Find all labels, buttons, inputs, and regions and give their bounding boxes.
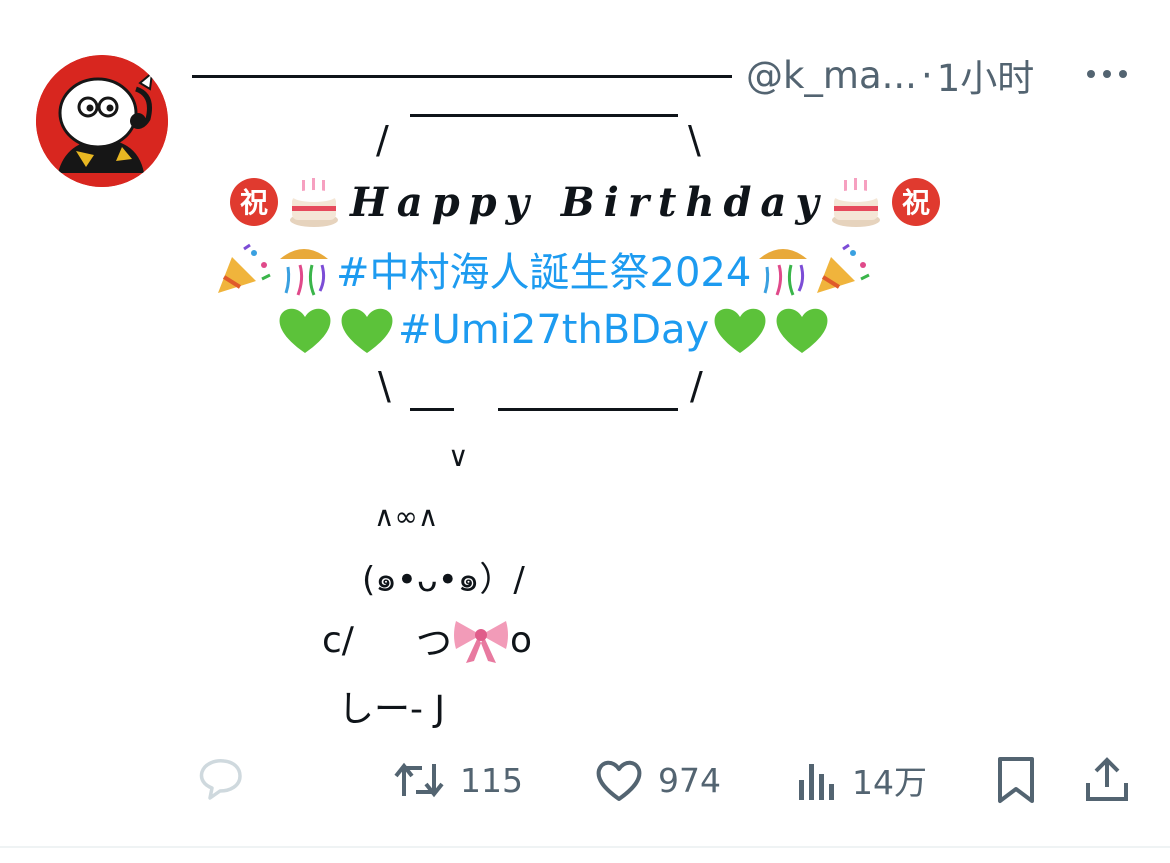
congratulation-ideograph-icon: 祝	[891, 178, 940, 226]
creature-feet: しー- J	[338, 689, 446, 730]
creature-ears: ∧∞∧	[374, 500, 439, 533]
creature-arm-mid: つ	[415, 623, 452, 664]
retweet-icon	[394, 762, 444, 798]
frame-top-left: /	[376, 118, 389, 162]
share-button[interactable]	[1084, 748, 1130, 812]
avatar[interactable]	[36, 55, 168, 187]
green-heart-icon	[341, 308, 393, 353]
divider	[0, 846, 1170, 848]
bookmark-button[interactable]	[996, 748, 1036, 812]
birthday-cake-icon	[290, 178, 338, 227]
like-count: 974	[658, 760, 721, 800]
birthday-line: 祝 Happy Birthday 祝	[228, 172, 942, 232]
speech-pointer: ∨	[448, 440, 469, 473]
hashtag-line-2: #Umi27thBDay	[276, 300, 831, 360]
hashtag-umi-birthday[interactable]: #Umi27thBDay	[398, 307, 709, 353]
birthday-cake-icon	[831, 178, 880, 227]
timestamp[interactable]: 1小时	[937, 48, 1035, 102]
tweet-header: @k_ma... · 1小时	[192, 48, 1034, 102]
like-button[interactable]: 974	[594, 748, 721, 812]
more-dots-icon[interactable]	[1084, 58, 1130, 88]
confetti-ball-icon	[759, 249, 808, 296]
green-heart-icon	[714, 308, 766, 353]
creature-arm-left: c/	[322, 619, 354, 661]
reply-icon	[199, 759, 242, 800]
heart-icon	[596, 760, 642, 801]
views-count: 14万	[852, 763, 927, 802]
mascot-avatar	[36, 55, 168, 187]
hashtag-nakamura-birthday[interactable]: #中村海人誕生祭2024	[336, 240, 751, 298]
green-heart-icon	[776, 308, 828, 353]
party-popper-icon	[218, 243, 271, 293]
green-heart-icon	[279, 308, 331, 353]
display-name-line[interactable]	[192, 74, 732, 78]
views-button[interactable]: 14万	[796, 748, 927, 812]
hashtag-line-1: #中村海人誕生祭2024	[214, 240, 873, 298]
action-bar: 115 974 14万	[0, 748, 1170, 812]
reply-button[interactable]	[196, 748, 244, 812]
svg-text:祝: 祝	[902, 186, 930, 219]
views-bars-icon	[799, 764, 834, 800]
share-icon	[1086, 757, 1128, 801]
svg-text:祝: 祝	[240, 186, 268, 219]
separator-dot: ·	[920, 53, 933, 97]
retweet-button[interactable]: 115	[392, 748, 523, 812]
bookmark-icon	[998, 757, 1034, 803]
party-popper-icon	[817, 243, 870, 293]
frame-bottom-right: /	[690, 364, 703, 408]
frame-bottom-line-left	[410, 408, 454, 411]
frame-top-right: \	[688, 118, 701, 162]
happy-birthday-text: Happy Birthday	[350, 178, 828, 226]
frame-bottom-line-right	[498, 408, 678, 411]
creature-arm-right: o	[509, 619, 532, 661]
congratulation-ideograph-icon: 祝	[230, 178, 278, 226]
user-handle[interactable]: @k_ma...	[746, 54, 917, 97]
creature-arms: c/ つ o	[322, 614, 532, 666]
confetti-ball-icon	[280, 249, 328, 296]
retweet-count: 115	[460, 760, 523, 800]
creature-face: (๑•ᴗ•๑）/	[362, 560, 525, 600]
pink-ribbon-icon	[453, 621, 508, 663]
frame-bottom-left: \	[378, 364, 391, 408]
frame-top-line	[410, 114, 678, 117]
